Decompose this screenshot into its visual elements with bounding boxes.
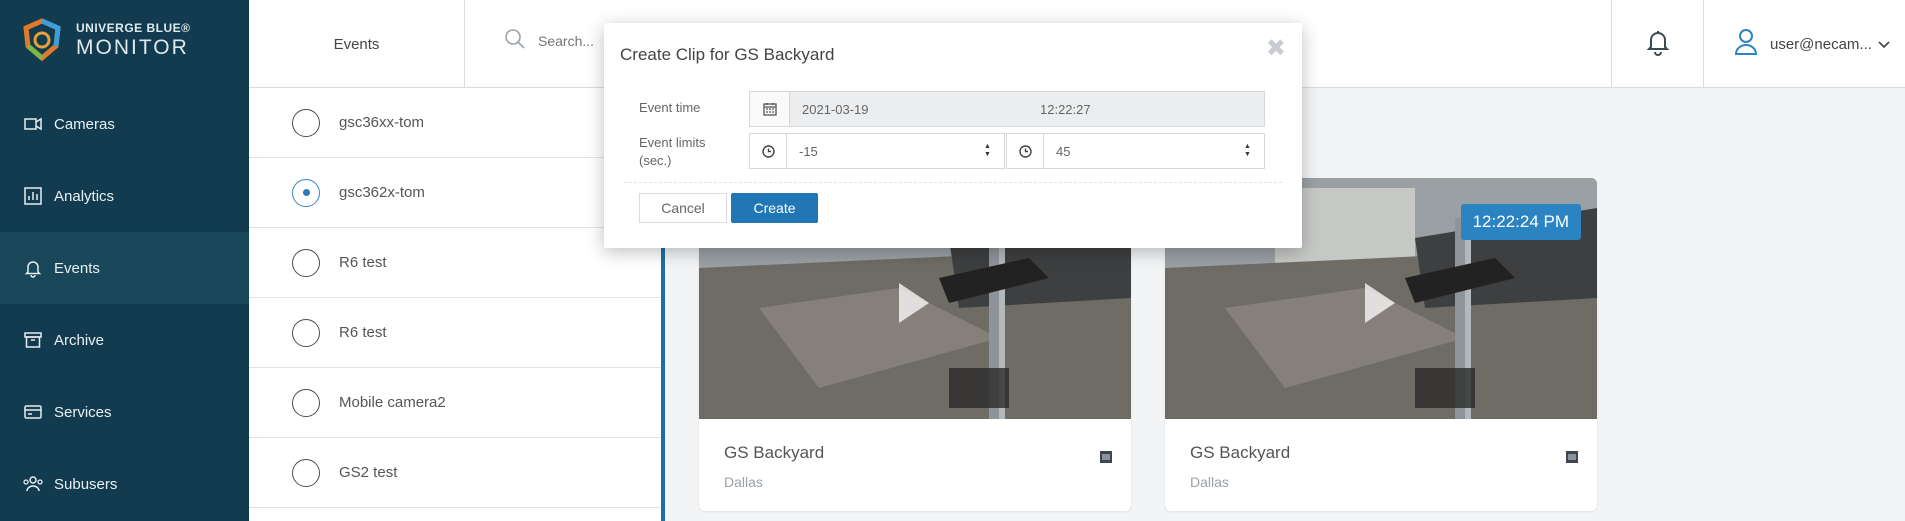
list-item[interactable]: R6 test bbox=[249, 228, 662, 298]
notifications-button[interactable] bbox=[1611, 0, 1703, 88]
list-item[interactable]: Mobile camera2 bbox=[249, 368, 662, 438]
event-time-label: Event time bbox=[639, 100, 701, 115]
sidebar-item-label: Events bbox=[54, 259, 100, 277]
calendar-icon bbox=[750, 92, 790, 126]
bell-icon bbox=[1645, 28, 1671, 61]
event-time-field: 2021-03-19 12:22:27 bbox=[749, 91, 1265, 127]
film-icon[interactable] bbox=[1565, 450, 1579, 464]
radio-button-selected[interactable] bbox=[292, 178, 320, 207]
camera-name: gsc36xx-tom bbox=[339, 114, 425, 131]
sidebar-item-label: Archive bbox=[54, 331, 105, 349]
analytics-icon bbox=[22, 185, 44, 207]
user-name: user@necam... bbox=[1770, 35, 1872, 53]
clock-icon bbox=[761, 144, 775, 158]
app-logo[interactable]: UNIVERGE BLUE® MONITOR bbox=[20, 16, 191, 64]
sidebar-item-label: Cameras bbox=[54, 115, 115, 133]
sidebar-item-events[interactable]: Events bbox=[0, 232, 249, 304]
user-icon bbox=[1734, 28, 1758, 60]
radio-button[interactable] bbox=[292, 108, 320, 137]
camera-list: gsc36xx-tom gsc362x-tom R6 test R6 test … bbox=[249, 88, 662, 521]
camera-name: R6 test bbox=[339, 324, 387, 341]
dialog-divider bbox=[624, 182, 1282, 183]
subusers-icon bbox=[22, 473, 44, 495]
brand-name: UNIVERGE BLUE® bbox=[76, 21, 191, 35]
spinner-arrows-icon[interactable]: ▲ ▼ bbox=[1243, 143, 1252, 159]
radio-button[interactable] bbox=[292, 458, 320, 487]
clock-icon-after bbox=[1006, 133, 1043, 169]
close-icon[interactable]: ✖ bbox=[1266, 37, 1286, 61]
list-item[interactable]: gsc36xx-tom bbox=[249, 88, 662, 158]
create-clip-dialog: Create Clip for GS Backyard ✖ Event time… bbox=[604, 23, 1302, 248]
cancel-button[interactable]: Cancel bbox=[639, 193, 727, 223]
sidebar-item-cameras[interactable]: Cameras bbox=[0, 88, 249, 160]
sidebar-item-label: Analytics bbox=[54, 187, 115, 205]
sidebar-item-archive[interactable]: Archive bbox=[0, 304, 249, 376]
clock-icon-before bbox=[749, 133, 786, 169]
limit-after-value: 45 bbox=[1056, 143, 1071, 159]
user-menu[interactable]: user@necam... bbox=[1703, 0, 1905, 88]
event-time-value: 12:22:27 bbox=[1040, 101, 1091, 117]
sidebar-item-label: Subusers bbox=[54, 475, 118, 493]
camera-name: R6 test bbox=[339, 254, 387, 271]
radio-button[interactable] bbox=[292, 318, 320, 347]
camera-name: GS2 test bbox=[339, 464, 398, 481]
camera-name: gsc362x-tom bbox=[339, 184, 425, 201]
limit-after-input[interactable]: 45 ▲ ▼ bbox=[1043, 133, 1265, 169]
event-time-badge: 12:22:24 PM bbox=[1460, 204, 1581, 240]
section-title: Events bbox=[249, 0, 465, 88]
create-button[interactable]: Create bbox=[731, 193, 818, 223]
card-title: GS Backyard bbox=[724, 443, 825, 462]
chevron-down-icon bbox=[1878, 36, 1890, 53]
product-name: MONITOR bbox=[76, 36, 189, 59]
card-title: GS Backyard bbox=[1190, 443, 1291, 462]
film-icon[interactable] bbox=[1099, 450, 1113, 464]
archive-icon bbox=[22, 329, 44, 351]
radio-button[interactable] bbox=[292, 388, 320, 417]
bell-icon bbox=[22, 257, 44, 279]
limit-before-value: -15 bbox=[799, 143, 818, 159]
dialog-title: Create Clip for GS Backyard bbox=[620, 45, 835, 64]
card-location: Dallas bbox=[1190, 474, 1229, 490]
services-icon bbox=[22, 401, 44, 423]
limit-before-input[interactable]: -15 ▲ ▼ bbox=[786, 133, 1005, 169]
clock-icon bbox=[1018, 144, 1032, 158]
event-date-value: 2021-03-19 bbox=[802, 101, 869, 117]
list-item[interactable]: GS2 test bbox=[249, 438, 662, 508]
sidebar-item-services[interactable]: Services bbox=[0, 376, 249, 448]
card-location: Dallas bbox=[724, 474, 763, 490]
event-limits-label: Event limits (sec.) bbox=[639, 135, 706, 168]
logo-mark-icon bbox=[20, 18, 64, 62]
camera-icon bbox=[22, 113, 44, 135]
spinner-arrows-icon[interactable]: ▲ ▼ bbox=[983, 143, 992, 159]
sidebar-item-label: Services bbox=[54, 403, 112, 421]
list-item[interactable]: R6 test bbox=[249, 298, 662, 368]
sidebar-item-subusers[interactable]: Subusers bbox=[0, 448, 249, 520]
search-icon bbox=[504, 28, 526, 53]
sidebar: UNIVERGE BLUE® MONITOR Cameras Analytics… bbox=[0, 0, 249, 521]
sidebar-item-analytics[interactable]: Analytics bbox=[0, 160, 249, 232]
list-item[interactable]: gsc362x-tom bbox=[249, 158, 662, 228]
radio-button[interactable] bbox=[292, 248, 320, 277]
camera-name: Mobile camera2 bbox=[339, 394, 446, 411]
